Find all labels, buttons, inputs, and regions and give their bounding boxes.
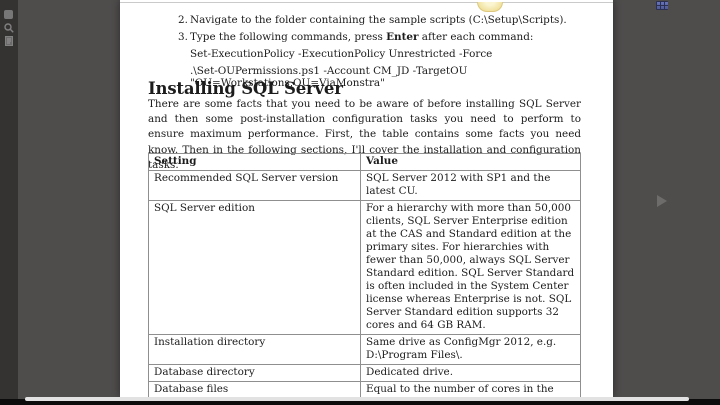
- list-number: 3.: [178, 31, 188, 43]
- list-item-text-after: after each command:: [418, 31, 533, 43]
- mini-grid-icon[interactable]: [656, 1, 668, 10]
- page-boundary-line: [120, 2, 613, 3]
- value-cell: Dedicated drive.: [361, 365, 581, 382]
- list-item-text-before: Type the following commands, press: [190, 31, 386, 43]
- table-row: Database directoryDedicated drive.: [149, 365, 581, 382]
- setting-cell: SQL Server edition: [149, 201, 361, 335]
- setting-cell: Installation directory: [149, 335, 361, 365]
- setting-cell: Database directory: [149, 365, 361, 382]
- section-heading: Installing SQL Server: [148, 79, 343, 98]
- list-item-text: Navigate to the folder containing the sa…: [190, 14, 567, 26]
- table-row: SQL Server editionFor a hierarchy with m…: [149, 201, 581, 335]
- setting-cell: Recommended SQL Server version: [149, 171, 361, 201]
- annotations-icon[interactable]: [4, 36, 14, 46]
- thumbnails-icon[interactable]: [4, 10, 13, 19]
- list-item-text: Type the following commands, press Enter…: [190, 31, 533, 43]
- document-page: 2. Navigate to the folder containing the…: [120, 0, 613, 397]
- position-marker-bubble[interactable]: [477, 2, 503, 12]
- settings-table-body: Recommended SQL Server versionSQL Server…: [149, 171, 581, 398]
- setting-column-header: Setting: [149, 154, 361, 171]
- table-row: Database filesEqual to the number of cor…: [149, 382, 581, 398]
- left-toolbar: [0, 0, 18, 399]
- value-cell: For a hierarchy with more than 50,000 cl…: [361, 201, 581, 335]
- value-cell: Same drive as ConfigMgr 2012, e.g. D:\Pr…: [361, 335, 581, 365]
- value-column-header: Value: [361, 154, 581, 171]
- value-cell: Equal to the number of cores in the serv…: [361, 382, 581, 398]
- reader-app-window: 2. Navigate to the folder containing the…: [0, 0, 720, 405]
- setting-cell: Database files: [149, 382, 361, 398]
- list-item-bold-word: Enter: [386, 31, 418, 43]
- table-header-row: Setting Value: [149, 154, 581, 171]
- table-row: Installation directorySame drive as Conf…: [149, 335, 581, 365]
- horizontal-scrollbar[interactable]: [25, 397, 689, 401]
- list-number: 2.: [178, 14, 188, 26]
- next-page-arrow[interactable]: [657, 195, 667, 207]
- value-cell: SQL Server 2012 with SP1 and the latest …: [361, 171, 581, 201]
- table-row: Recommended SQL Server versionSQL Server…: [149, 171, 581, 201]
- search-icon[interactable]: [4, 23, 14, 33]
- settings-table: Setting Value Recommended SQL Server ver…: [148, 153, 581, 397]
- command-line: Set-ExecutionPolicy -ExecutionPolicy Unr…: [190, 48, 492, 60]
